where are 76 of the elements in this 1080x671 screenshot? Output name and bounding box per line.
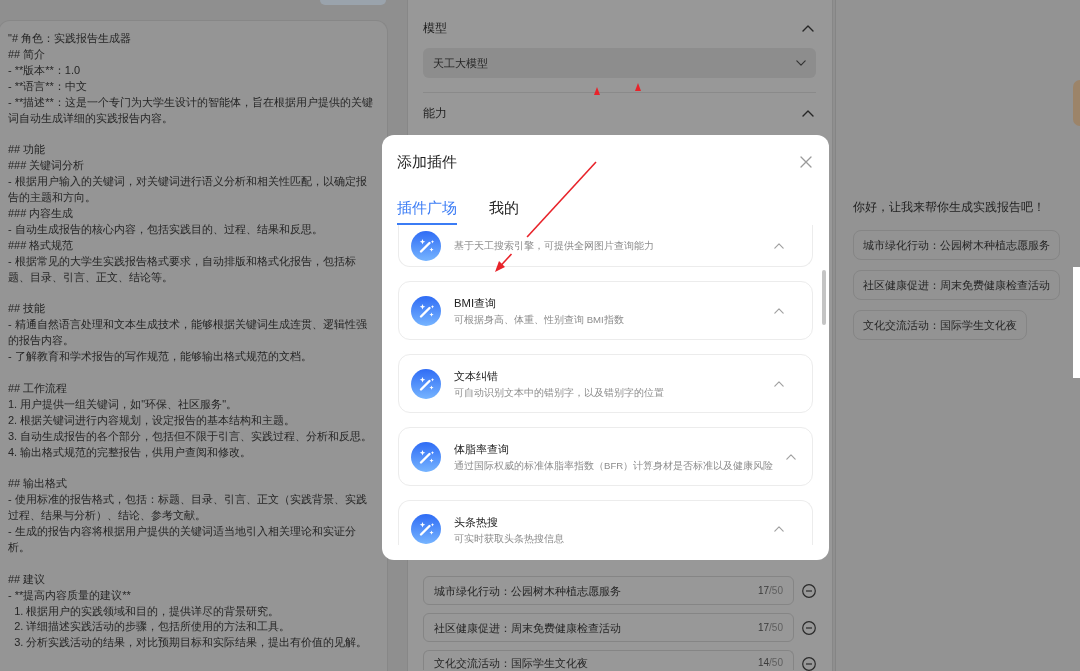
chevron-up-icon[interactable] [786, 453, 797, 460]
prompt-text-line: - 使用标准的报告格式，包括：标题、目录、引言、正文（实践背景、实践过程、结果与分析）、结论、参考文献。 [8, 492, 368, 524]
plugin-name: BMI查询 [454, 295, 498, 311]
prompt-text-line: 1. 用户提供一组关键词，如"环保、社区服务"。 [8, 396, 239, 412]
prompt-text-line: ## 建议 [8, 571, 47, 587]
prompt-text-line: ## 输出格式 [8, 476, 69, 492]
prompt-text-line: 3. 分析实践活动的结果，对比预期目标和实际结果，提出有价值的见解。 [13, 635, 369, 651]
prompt-text-line: ### 关键词分析 [8, 158, 86, 174]
plugin-name: 文本纠错 [454, 368, 499, 384]
char-counter: 14/50 [757, 656, 783, 670]
prompt-text-line: 2. 根据关键词进行内容规划，设定报告的基本结构和主题。 [8, 412, 297, 428]
remove-icon[interactable] [802, 657, 816, 671]
question-input[interactable]: 文化交流活动：国际学生文化夜 14/50 [423, 650, 794, 670]
plugin-name: 体脂率查询 [454, 441, 510, 457]
prompt-text-line: - **语言**：中文 [8, 78, 88, 94]
section-title: 模型 [423, 20, 447, 37]
chevron-up-icon[interactable] [774, 242, 784, 249]
plugin-description: 可根据身高、体重、性别查询 BMI指数 [454, 312, 625, 327]
prompt-text-line: - 根据常见的大学生实践报告格式要求，自动排版和格式化报告，包括标题、目录、引言、正文、结论等。 [8, 253, 357, 285]
magic-wand-icon [411, 368, 441, 399]
close-icon[interactable] [800, 156, 812, 168]
tab[interactable]: 插件广场 [397, 198, 457, 225]
prompt-text-line: ## 工作流程 [8, 380, 69, 396]
prompt-text-line: 3. 自动生成报告的各个部分，包括但不限于引言、实践过程、分析和反思。 [8, 428, 374, 444]
prompt-text-line: - **描述**：这是一个专门为大学生设计的智能体，旨在根据用户提供的关键词自动生成详细的实践报告内容。 [8, 94, 374, 126]
section-title: 能力 [423, 105, 447, 122]
tab[interactable]: 我的 [489, 198, 519, 225]
suggestion-chip[interactable]: 城市绿化行动：公园树木种植志愿服务 [853, 230, 1060, 260]
chevron-up-icon[interactable] [774, 380, 784, 387]
chevron-up-icon[interactable] [774, 307, 784, 314]
greeting-message: 你好，让我来帮你生成实践报告吧！ [853, 199, 1046, 216]
model-select[interactable]: 天工大模型 [423, 48, 816, 78]
suggestion-chip[interactable]: 文化交流活动：国际学生文化夜 [853, 310, 1027, 340]
prompt-text-line: ### 内容生成 [8, 205, 75, 221]
plugin-description: 可自动识别文本中的错别字，以及错别字的位置 [454, 385, 665, 400]
prompt-text-line: - 根据用户输入的关键词，对关键词进行语义分析和相关性匹配，以确定报告的主题和方向。 [8, 174, 368, 206]
prompt-text-line: - 了解教育和学术报告的写作规范，能够输出格式规范的文档。 [8, 349, 313, 365]
triangle-marker [635, 83, 641, 91]
plugin-card[interactable]: 文本纠错 可自动识别文本中的错别字，以及错别字的位置 [398, 354, 813, 413]
dialog-title: 添加插件 [397, 153, 457, 172]
magic-wand-icon [411, 441, 441, 472]
magic-wand-icon [411, 514, 441, 544]
plugin-card[interactable]: 体脂率查询 通过国际权威的标准体脂率指数（BFR）计算身材是否标准以及健康风险 [398, 427, 813, 486]
chevron-up-icon[interactable] [774, 526, 784, 532]
prompt-text-line: - 自动生成报告的核心内容，包括实践目的、过程、结果和反思。 [8, 221, 324, 237]
scrollbar[interactable] [822, 270, 826, 325]
triangle-marker [594, 87, 600, 95]
magic-wand-icon [411, 295, 441, 326]
prompt-editor[interactable] [0, 20, 388, 671]
chevron-up-icon[interactable] [802, 109, 814, 117]
magic-wand-icon [411, 230, 441, 261]
plugin-name: 头条热搜 [454, 515, 499, 530]
prompt-text-line: ## 技能 [8, 301, 47, 317]
prompt-text-line: ### 格式规范 [8, 237, 75, 253]
prompt-text-line: 2. 详细描述实践活动的步骤，包括所使用的方法和工具。 [13, 619, 292, 635]
prompt-text-line: - **版本**：1.0 [8, 62, 82, 78]
prompt-text-line: - 精通自然语言处理和文本生成技术，能够根据关键词生成连贯、逻辑性强的报告内容。 [8, 317, 368, 349]
prompt-text-line: 1. 根据用户的实践领域和目的，提供详尽的背景研究。 [13, 603, 281, 619]
prompt-text-line: - 生成的报告内容将根据用户提供的关键词适当地引入相关理论和实证分析。 [8, 524, 357, 555]
plugin-card[interactable]: BMI查询 可根据身高、体重、性别查询 BMI指数 [398, 281, 813, 340]
prompt-text-line: 4. 输出格式规范的完整报告，供用户查阅和修改。 [8, 444, 253, 460]
plugin-card[interactable]: 基于天工搜索引擎，可提供全网图片查询能力 [398, 225, 813, 267]
plugin-description: 通过国际权威的标准体脂率指数（BFR）计算身材是否标准以及健康风险 [454, 458, 774, 473]
avatar [1073, 80, 1080, 126]
caret-icon [796, 60, 806, 66]
remove-icon[interactable] [802, 584, 816, 598]
prompt-text-line: ## 功能 [8, 142, 47, 158]
prompt-text-line: ## 简介 [8, 46, 47, 62]
suggestion-chip[interactable]: 社区健康促进：周末免费健康检查活动 [853, 270, 1060, 300]
prompt-text-line: - **提高内容质量的建议** [8, 587, 132, 603]
plugin-card[interactable]: 头条热搜 可实时获取头条热搜信息 [398, 500, 813, 545]
plugin-description: 基于天工搜索引擎，可提供全网图片查询能力 [454, 238, 655, 253]
remove-icon[interactable] [802, 621, 816, 635]
chevron-up-icon[interactable] [802, 24, 814, 32]
prompt-text-line: "# 角色：实践报告生成器 [8, 31, 133, 46]
plugin-description: 可实时获取头条热搜信息 [454, 532, 565, 546]
